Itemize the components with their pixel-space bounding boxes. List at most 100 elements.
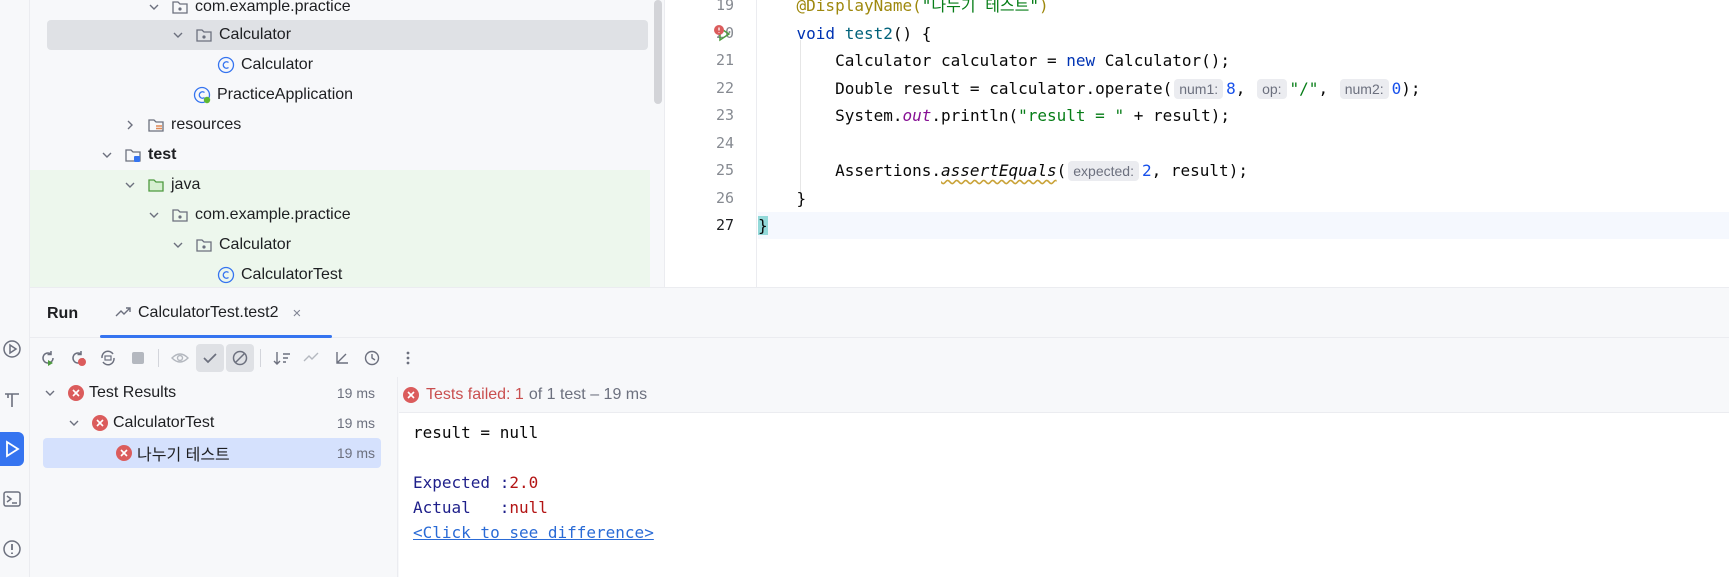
import-tests-icon[interactable] <box>298 344 326 372</box>
services-icon[interactable] <box>0 332 24 366</box>
console-expected-line: Expected :2.0 <box>413 473 539 492</box>
tests-summary-text: of 1 test – 19 ms <box>528 385 648 403</box>
tree-item-label: CalculatorTest <box>241 266 343 283</box>
code-line-23: System.out.println("result = " + result)… <box>835 106 1231 125</box>
chevron-down-icon[interactable] <box>171 238 185 252</box>
rerun-failed-icon[interactable] <box>64 344 92 372</box>
problems-icon[interactable] <box>0 532 24 566</box>
tree-item-label: com.example.practice <box>195 0 351 15</box>
parameter-hint: num2: <box>1339 79 1389 99</box>
tree-item-test[interactable]: test <box>30 140 650 170</box>
error-icon <box>67 384 85 402</box>
test-console[interactable]: Tests failed: 1 of 1 test – 19 ms result… <box>399 377 1729 577</box>
tree-item-label: com.example.practice <box>195 206 351 223</box>
error-icon <box>91 414 109 432</box>
sort-icon[interactable] <box>268 344 296 372</box>
run-tool-icon[interactable] <box>0 432 24 466</box>
run-panel: Run CalculatorTest.test2 × Test Results … <box>30 287 1729 577</box>
test-results-method[interactable]: 나누기 테스트 19 ms <box>43 438 381 468</box>
spring-class-icon <box>193 86 211 104</box>
toggle-auto-test-icon[interactable] <box>94 344 122 372</box>
tree-item-label: Calculator <box>241 56 314 73</box>
tab-calculator-test[interactable]: CalculatorTest.test2 × <box>100 288 332 338</box>
click-to-see-difference-link[interactable]: <Click to see difference> <box>413 523 654 542</box>
history-icon[interactable] <box>358 344 386 372</box>
chevron-down-icon[interactable] <box>43 386 57 400</box>
package-icon <box>171 206 189 224</box>
result-time: 19 ms <box>336 385 375 401</box>
tree-item-label: java <box>171 176 201 193</box>
terminal-icon[interactable] <box>0 482 24 516</box>
test-status-line: Tests failed: 1 of 1 test – 19 ms <box>399 377 1729 413</box>
test-results-tree: Test Results 19 ms CalculatorTest 19 ms … <box>30 377 398 577</box>
collapse-icon[interactable] <box>328 344 356 372</box>
run-test-failed-icon[interactable] <box>713 24 731 42</box>
run-panel-title: Run <box>47 305 79 322</box>
error-icon <box>402 386 420 404</box>
resources-folder-icon <box>147 116 165 134</box>
line-number: 23 <box>715 106 734 124</box>
result-time: 19 ms <box>336 445 375 461</box>
parameter-hint: op: <box>1257 79 1287 99</box>
tree-item-label: test <box>148 146 177 163</box>
build-icon[interactable] <box>0 382 24 416</box>
tree-item-test-package[interactable]: com.example.practice <box>30 200 650 230</box>
close-icon[interactable]: × <box>293 305 302 322</box>
tree-item-calculator-test[interactable]: CalculatorTest <box>30 260 650 287</box>
code-line-26: } <box>796 189 807 208</box>
tree-item-test-package-calculator[interactable]: Calculator <box>30 230 650 260</box>
line-number: 26 <box>715 189 734 207</box>
package-icon <box>195 26 213 44</box>
console-output-line: result = null <box>413 423 539 442</box>
show-passed-icon[interactable] <box>196 344 224 372</box>
chevron-down-icon[interactable] <box>147 0 161 14</box>
test-sources-folder-icon <box>147 176 165 194</box>
line-number: 24 <box>715 134 734 152</box>
code-line-25: Assertions.assertEquals(expected: 2, resu… <box>835 161 1248 181</box>
chevron-down-icon[interactable] <box>67 416 81 430</box>
tab-label: CalculatorTest.test2 <box>138 304 279 321</box>
tree-item-package[interactable]: com.example.practice <box>30 0 650 22</box>
project-tree: com.example.practice Calculator Calculat… <box>30 0 664 287</box>
parameter-hint: expected: <box>1068 161 1139 181</box>
tree-scrollbar[interactable] <box>654 0 662 104</box>
result-label: Test Results <box>89 384 177 401</box>
code-line-20: void test2() { <box>796 24 932 43</box>
show-ignored-tests-icon[interactable] <box>226 344 254 372</box>
tree-item-resources[interactable]: resources <box>30 110 650 140</box>
tree-item-java-test[interactable]: java <box>30 170 650 200</box>
chevron-down-icon[interactable] <box>147 208 161 222</box>
code-area[interactable]: @DisplayName("나누기 테스트") void test2() { C… <box>758 0 1729 287</box>
line-number: 22 <box>715 79 734 97</box>
more-options-icon[interactable] <box>394 344 422 372</box>
line-number: 21 <box>715 51 734 69</box>
chevron-down-icon[interactable] <box>171 28 185 42</box>
chevron-down-icon[interactable] <box>100 148 114 162</box>
package-icon <box>195 236 213 254</box>
code-line-21: Calculator calculator = new Calculator()… <box>835 51 1231 70</box>
test-results-root[interactable]: Test Results 19 ms <box>43 378 381 408</box>
result-time: 19 ms <box>336 415 375 431</box>
tree-item-label: resources <box>171 116 242 133</box>
tree-item-label: Calculator <box>219 236 292 253</box>
code-editor[interactable]: 19 20 21 22 23 24 25 26 27 @DisplayName(… <box>664 0 1729 287</box>
tests-failed-text: Tests failed: 1 <box>426 385 524 403</box>
tree-item-package-calculator[interactable]: Calculator <box>47 20 648 50</box>
error-icon <box>115 444 133 462</box>
show-ignored-icon[interactable] <box>166 344 194 372</box>
chevron-down-icon[interactable] <box>123 178 137 192</box>
tree-item-class-calculator[interactable]: Calculator <box>30 50 650 80</box>
tree-item-practice-application[interactable]: PracticeApplication <box>30 80 650 110</box>
rerun-icon[interactable] <box>34 344 62 372</box>
code-line-22: Double result = calculator.operate(num1:… <box>835 79 1421 99</box>
console-actual-line: Actual :null <box>413 498 548 517</box>
result-label: 나누기 테스트 <box>137 447 230 464</box>
test-results-class[interactable]: CalculatorTest 19 ms <box>43 408 381 438</box>
parameter-hint: num1: <box>1174 79 1224 99</box>
stop-icon[interactable] <box>124 344 152 372</box>
class-icon <box>217 266 235 284</box>
tree-item-label: Calculator <box>219 26 292 43</box>
code-line-19: @DisplayName("나누기 테스트") <box>796 0 1049 15</box>
chevron-right-icon[interactable] <box>123 118 137 132</box>
tree-item-label: PracticeApplication <box>217 86 354 103</box>
